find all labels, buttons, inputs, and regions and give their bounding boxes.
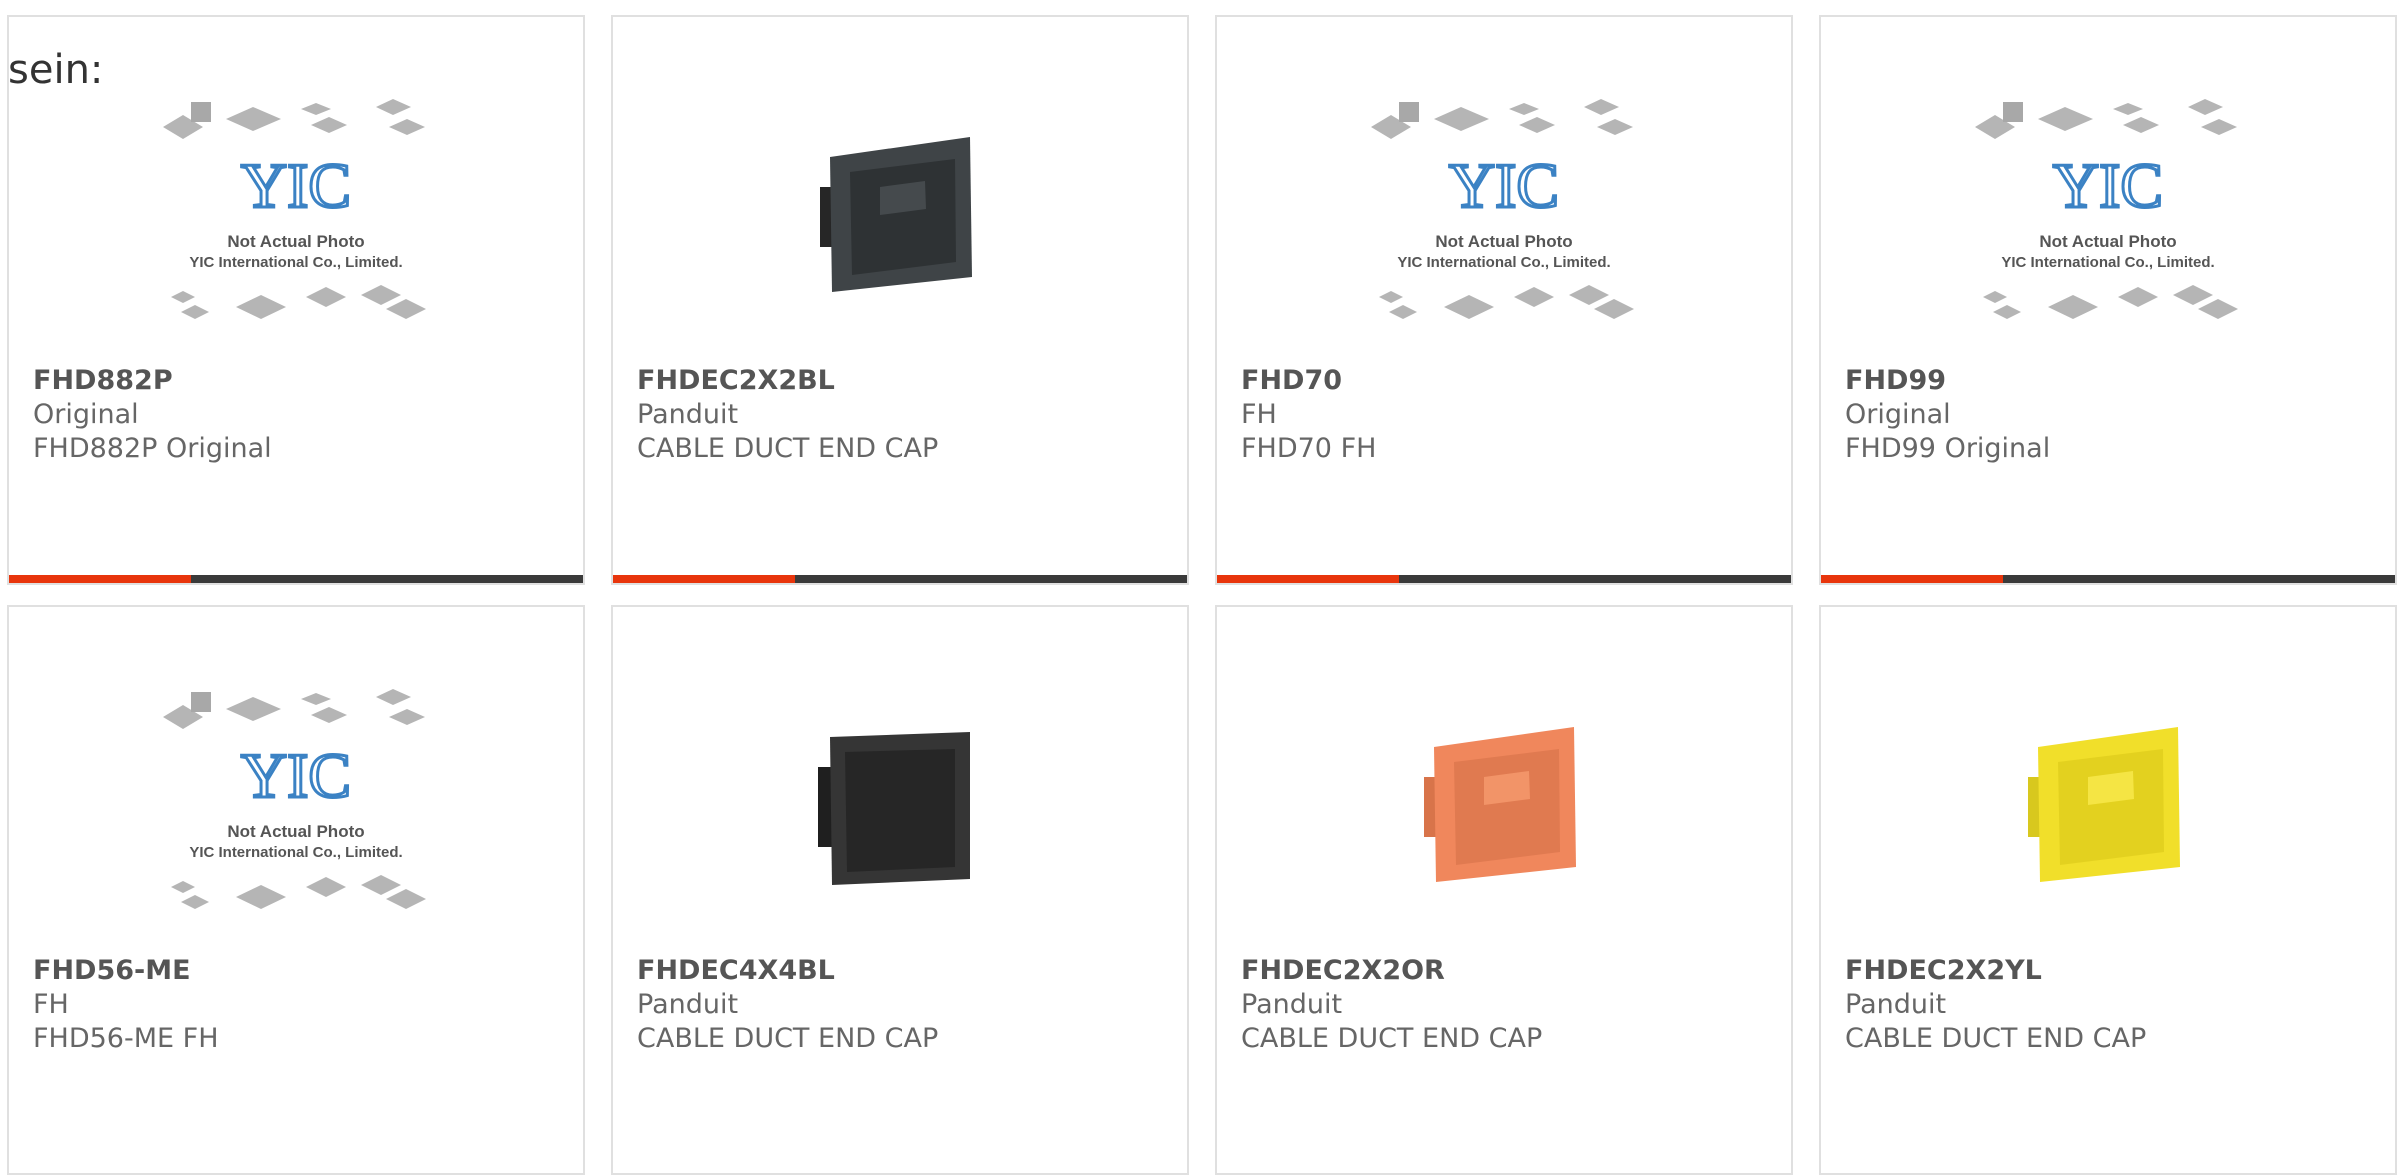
- product-brand: Original: [33, 399, 139, 430]
- svg-text:YIC: YIC: [1449, 150, 1559, 221]
- svg-text:Not Actual Photo: Not Actual Photo: [227, 232, 364, 251]
- svg-text:YIC International Co., Limited: YIC International Co., Limited.: [189, 254, 402, 271]
- product-card[interactable]: FHDEC4X4BL Panduit CABLE DUCT END CAP: [611, 605, 1189, 1175]
- card-bottom-bar: [1217, 575, 1791, 583]
- product-name[interactable]: FHD882P: [33, 365, 173, 396]
- product-name[interactable]: FHD70: [1241, 365, 1342, 396]
- product-card[interactable]: YIC Not Actual Photo YIC International C…: [1215, 15, 1793, 585]
- product-image[interactable]: YIC Not Actual Photo YIC International C…: [9, 67, 583, 367]
- end-cap-black-square-icon: [818, 732, 970, 885]
- svg-text:YIC: YIC: [241, 150, 351, 221]
- svg-text:Not Actual Photo: Not Actual Photo: [1435, 232, 1572, 251]
- product-brand: Original: [1845, 399, 1951, 430]
- end-cap-yellow-icon: [2028, 727, 2180, 882]
- product-description: FHD99 Original: [1845, 433, 2051, 464]
- product-brand: FH: [33, 989, 69, 1020]
- svg-text:YIC International Co., Limited: YIC International Co., Limited.: [1397, 254, 1610, 271]
- product-card[interactable]: FHDEC2X2BL Panduit CABLE DUCT END CAP: [611, 15, 1189, 585]
- card-bottom-bar: [613, 575, 1187, 583]
- placeholder-photo-icon: YIC Not Actual Photo YIC International C…: [163, 689, 426, 909]
- product-image[interactable]: YIC Not Actual Photo YIC International C…: [1217, 67, 1791, 367]
- product-card[interactable]: YIC Not Actual Photo YIC International C…: [1819, 15, 2397, 585]
- product-card[interactable]: FHDEC2X2OR Panduit CABLE DUCT END CAP: [1215, 605, 1793, 1175]
- intro-text: sein:: [8, 47, 104, 93]
- card-accent-bar: [613, 575, 795, 583]
- end-cap-black-icon: [820, 137, 972, 292]
- product-name[interactable]: FHDEC2X2YL: [1845, 955, 2042, 986]
- svg-text:Not Actual Photo: Not Actual Photo: [2039, 232, 2176, 251]
- product-image[interactable]: [613, 657, 1187, 957]
- svg-text:YIC International Co., Limited: YIC International Co., Limited.: [2001, 254, 2214, 271]
- product-image[interactable]: [613, 67, 1187, 367]
- card-accent-bar: [9, 575, 191, 583]
- product-description: FHD882P Original: [33, 433, 272, 464]
- product-brand: Panduit: [1845, 989, 1947, 1020]
- product-name[interactable]: FHDEC2X2OR: [1241, 955, 1445, 986]
- placeholder-photo-icon: YIC Not Actual Photo YIC International C…: [1371, 99, 1634, 319]
- product-card[interactable]: FHDEC2X2YL Panduit CABLE DUCT END CAP: [1819, 605, 2397, 1175]
- svg-text:YIC International Co., Limited: YIC International Co., Limited.: [189, 844, 402, 861]
- card-accent-bar: [1821, 575, 2003, 583]
- product-brand: Panduit: [637, 989, 739, 1020]
- product-image[interactable]: YIC Not Actual Photo YIC International C…: [1821, 67, 2395, 367]
- end-cap-orange-icon: [1424, 727, 1576, 882]
- product-card[interactable]: YIC Not Actual Photo YIC International C…: [7, 605, 585, 1175]
- svg-text:Not Actual Photo: Not Actual Photo: [227, 822, 364, 841]
- product-image[interactable]: [1821, 657, 2395, 957]
- product-image[interactable]: YIC Not Actual Photo YIC International C…: [9, 657, 583, 957]
- card-accent-bar: [1217, 575, 1399, 583]
- product-name[interactable]: FHD56-ME: [33, 955, 191, 986]
- product-brand: Panduit: [637, 399, 739, 430]
- product-grid: YIC Not Actual Photo YIC International C…: [0, 0, 2400, 1175]
- product-description: CABLE DUCT END CAP: [637, 433, 939, 464]
- product-brand: FH: [1241, 399, 1277, 430]
- placeholder-photo-icon: YIC Not Actual Photo YIC International C…: [163, 99, 426, 319]
- product-description: CABLE DUCT END CAP: [1845, 1023, 2147, 1054]
- product-description: CABLE DUCT END CAP: [1241, 1023, 1543, 1054]
- svg-text:YIC: YIC: [241, 740, 351, 811]
- product-name[interactable]: FHD99: [1845, 365, 1946, 396]
- svg-text:YIC: YIC: [2053, 150, 2163, 221]
- product-card[interactable]: YIC Not Actual Photo YIC International C…: [7, 15, 585, 585]
- product-description: FHD56-ME FH: [33, 1023, 219, 1054]
- product-name[interactable]: FHDEC4X4BL: [637, 955, 835, 986]
- product-image[interactable]: [1217, 657, 1791, 957]
- card-bottom-bar: [1821, 575, 2395, 583]
- product-brand: Panduit: [1241, 989, 1343, 1020]
- product-description: FHD70 FH: [1241, 433, 1377, 464]
- product-description: CABLE DUCT END CAP: [637, 1023, 939, 1054]
- placeholder-photo-icon: YIC Not Actual Photo YIC International C…: [1975, 99, 2238, 319]
- card-bottom-bar: [9, 575, 583, 583]
- product-name[interactable]: FHDEC2X2BL: [637, 365, 835, 396]
